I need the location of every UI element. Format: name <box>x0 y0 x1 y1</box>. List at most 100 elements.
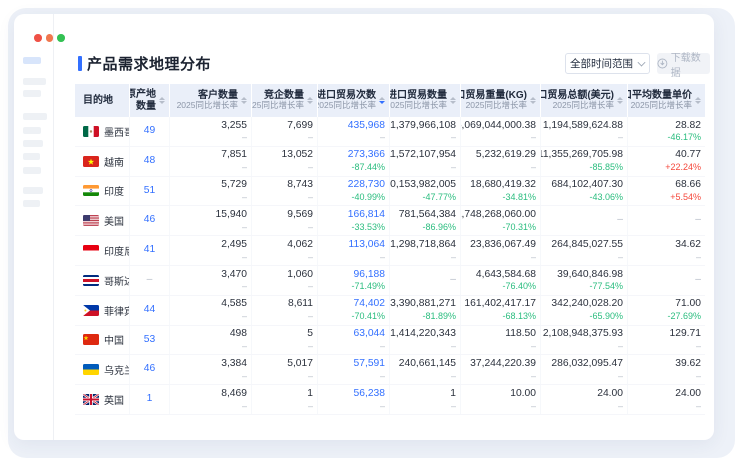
flag-gb-icon <box>83 394 99 405</box>
country-name: 印度尼西亚 <box>104 243 130 258</box>
trades-value[interactable]: 228,730 <box>348 179 385 192</box>
column-header-price[interactable]: 进口平均数量单价2025同比增长率 <box>628 84 705 117</box>
sort-carets-icon <box>530 97 536 105</box>
sort-carets-icon <box>307 97 313 105</box>
origin-count-value[interactable]: 44 <box>144 304 155 317</box>
sort-carets-icon <box>379 97 385 105</box>
maximize-button[interactable] <box>57 34 65 42</box>
cell-customers: 3,384– <box>170 355 252 384</box>
time-range-value: 全部时间范围 <box>570 56 633 71</box>
column-header-label: 目的地 <box>83 95 113 107</box>
column-header-origin[interactable]: 原产地数量 <box>130 84 170 117</box>
origin-count-value[interactable]: 41 <box>144 244 155 257</box>
sidebar-skeleton-bar <box>23 78 46 85</box>
weight-value: 1,748,268,060.00 <box>461 209 536 222</box>
origin-count-value[interactable]: 49 <box>144 125 155 138</box>
origin-count-value[interactable]: 51 <box>144 185 155 198</box>
country-name: 英国 <box>104 392 124 407</box>
customers-growth: – <box>242 371 247 382</box>
cell-weight: 18,680,419.32-34.81% <box>461 177 541 206</box>
weight-growth: – <box>531 371 536 382</box>
country-name: 美国 <box>104 213 124 228</box>
trades-value[interactable]: 96,188 <box>354 269 386 282</box>
qty-growth: – <box>451 162 456 173</box>
flag-in-icon <box>83 185 99 196</box>
table-row: 哥斯达黎加–3,470–1,060–96,188-71.49%–4,643,58… <box>75 266 705 296</box>
download-data-button[interactable]: 下载数据 <box>657 53 710 74</box>
flag-cr-icon <box>83 275 99 286</box>
cell-qty: 1– <box>390 385 461 414</box>
trades-growth: -70.41% <box>351 311 385 322</box>
column-header-trades[interactable]: 进口贸易次数2025同比增长率 <box>318 84 390 117</box>
trades-growth: -87.44% <box>351 162 385 173</box>
origin-count-value[interactable]: 46 <box>144 363 155 376</box>
customers-value: 3,255 <box>221 120 247 133</box>
table-row: 菲律宾444,585–8,611–74,402-70.41%3,390,881,… <box>75 296 705 326</box>
price-growth: -27.69% <box>667 311 701 322</box>
cell-total: 286,032,095.47– <box>541 355 628 384</box>
cell-competitors: 8,611– <box>252 296 318 325</box>
origin-count-value[interactable]: 53 <box>144 334 155 347</box>
cell-qty: 10,153,982,005-47.77% <box>390 177 461 206</box>
table-row: 美国4615,940–9,569–166,814-33.53%781,564,3… <box>75 206 705 236</box>
origin-count-value[interactable]: 48 <box>144 155 155 168</box>
cell-destination: 菲律宾 <box>75 296 130 325</box>
weight-value: 23,836,067.49 <box>470 239 536 252</box>
cell-customers: 7,851– <box>170 147 252 176</box>
customers-growth: – <box>242 192 247 203</box>
cell-destination: 中国 <box>75 326 130 355</box>
cell-price: 39.62– <box>628 355 705 384</box>
origin-count-value[interactable]: 46 <box>144 214 155 227</box>
origin-count-value: – <box>147 274 153 287</box>
cell-total: 24.00– <box>541 385 628 414</box>
trades-value[interactable]: 435,968 <box>348 120 385 133</box>
cell-qty: 1,379,966,108– <box>390 117 461 146</box>
trades-value[interactable]: 273,366 <box>348 149 385 162</box>
origin-count-value[interactable]: 1 <box>147 393 153 406</box>
cell-total: 342,240,028.20-65.90% <box>541 296 628 325</box>
trades-value[interactable]: 166,814 <box>348 209 385 222</box>
trades-growth: – <box>380 401 385 412</box>
trades-value[interactable]: 63,044 <box>354 328 386 341</box>
title-accent-bar <box>78 56 82 71</box>
trades-value[interactable]: 74,402 <box>354 298 386 311</box>
column-header-total[interactable]: 进口贸易总额(美元)2025同比增长率 <box>541 84 628 117</box>
total-value: 264,845,027.55 <box>551 239 623 252</box>
column-header-customers[interactable]: 客户数量2025同比增长率 <box>170 84 252 117</box>
flag-ua-icon <box>83 364 99 375</box>
time-range-select[interactable]: 全部时间范围 <box>565 53 650 74</box>
cell-qty: 1,414,220,343– <box>390 326 461 355</box>
column-header-weight[interactable]: 进口贸易重量(KG)2025同比增长率 <box>461 84 541 117</box>
weight-growth: – <box>531 252 536 263</box>
flag-us-icon <box>83 215 99 226</box>
trades-value[interactable]: 56,238 <box>354 388 386 401</box>
competitors-value: 9,569 <box>287 209 313 222</box>
qty-value: 781,564,384 <box>399 209 456 222</box>
qty-value: 3,390,881,271 <box>390 298 456 311</box>
customers-growth: – <box>242 341 247 352</box>
column-header-qty[interactable]: 进口贸易数量2025同比增长率 <box>390 84 461 117</box>
cell-origin-count: 46 <box>130 206 170 235</box>
trades-value[interactable]: 57,591 <box>354 358 386 371</box>
cell-trades: 96,188-71.49% <box>318 266 390 295</box>
cell-customers: 3,255– <box>170 117 252 146</box>
competitors-value: 5,017 <box>287 358 313 371</box>
qty-value: 11,572,107,954 <box>390 149 456 162</box>
trades-value[interactable]: 113,064 <box>349 239 385 252</box>
qty-value: 1 <box>450 388 456 401</box>
weight-value: 5,069,044,000.38 <box>461 120 536 133</box>
cell-competitors: 1,060– <box>252 266 318 295</box>
competitors-growth: – <box>308 132 313 143</box>
flag-vn-icon <box>83 156 99 167</box>
competitors-growth: – <box>308 252 313 263</box>
sidebar-skeleton <box>14 14 54 440</box>
column-header-label: 竞企数量2025同比增长率 <box>252 90 304 111</box>
browser-window: 产品需求地理分布 全部时间范围 下载数据 目的地原产地数量客户数量2025同比增… <box>14 14 714 440</box>
cell-customers: 498– <box>170 326 252 355</box>
cell-price: 71.00-27.69% <box>628 296 705 325</box>
column-header-competitors[interactable]: 竞企数量2025同比增长率 <box>252 84 318 117</box>
cell-destination: 墨西哥 <box>75 117 130 146</box>
cell-trades: 56,238– <box>318 385 390 414</box>
column-header-label: 原产地数量 <box>130 89 156 112</box>
flag-mx-icon <box>83 126 99 137</box>
